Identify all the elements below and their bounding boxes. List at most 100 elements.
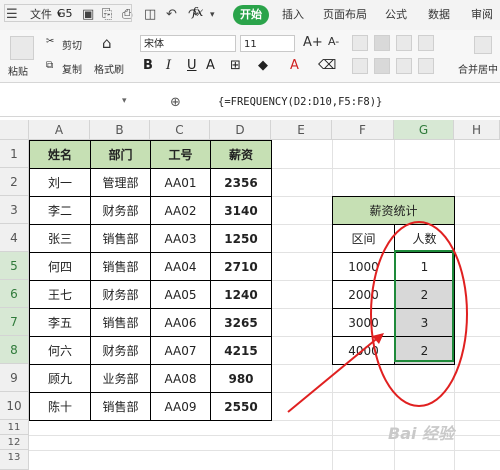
table-cell[interactable]: 财务部 (90, 196, 151, 225)
scissors-icon[interactable]: ✂ (46, 36, 54, 47)
format-painter-icon[interactable]: ⌂ (102, 34, 112, 52)
table-cell[interactable]: 3140 (210, 196, 272, 225)
table-cell[interactable]: 李五 (29, 308, 91, 337)
row-header-4[interactable]: 4 (0, 224, 29, 252)
stats-header-interval[interactable]: 区间 (332, 224, 395, 253)
row-header-12[interactable]: 12 (0, 435, 29, 450)
table-cell[interactable]: 3265 (210, 308, 272, 337)
more-icon[interactable]: ▾ (210, 10, 215, 20)
align-top-icon[interactable] (352, 35, 368, 51)
table-cell[interactable]: 业务部 (90, 364, 151, 393)
table-cell[interactable]: AA09 (150, 392, 211, 421)
tab-formulas[interactable]: 公式 (385, 6, 407, 22)
align-right-icon[interactable] (396, 58, 412, 74)
header-salary[interactable]: 薪资 (210, 140, 272, 169)
col-header-f[interactable]: F (332, 120, 394, 140)
table-cell[interactable]: AA01 (150, 168, 211, 197)
table-cell[interactable]: 销售部 (90, 392, 151, 421)
col-header-e[interactable]: E (271, 120, 332, 140)
merge-center-button[interactable]: 合并居中 (458, 61, 498, 76)
preview-icon[interactable]: ◫ (144, 7, 156, 22)
table-cell[interactable]: 1240 (210, 280, 272, 309)
name-box[interactable]: G5 (4, 4, 132, 22)
col-header-b[interactable]: B (90, 120, 150, 140)
border-icon[interactable]: ⊞ (230, 58, 241, 73)
row-header-8[interactable]: 8 (0, 336, 29, 364)
indent-icon[interactable] (418, 35, 434, 51)
header-dept[interactable]: 部门 (90, 140, 151, 169)
table-cell[interactable]: AA05 (150, 280, 211, 309)
table-cell[interactable]: 何六 (29, 336, 91, 365)
table-cell[interactable]: 4215 (210, 336, 272, 365)
font-grow-button[interactable]: A+ (303, 35, 323, 50)
table-cell[interactable]: AA03 (150, 224, 211, 253)
undo-icon[interactable]: ↶ (166, 7, 177, 22)
table-cell[interactable]: AA07 (150, 336, 211, 365)
row-header-7[interactable]: 7 (0, 308, 29, 336)
table-cell[interactable]: AA04 (150, 252, 211, 281)
row-header-11[interactable]: 11 (0, 420, 29, 435)
italic-button[interactable]: I (166, 58, 171, 73)
font-name-select[interactable]: 宋体 (140, 35, 236, 52)
align-bottom-icon[interactable] (396, 35, 412, 51)
col-header-d[interactable]: D (210, 120, 271, 140)
row-header-2[interactable]: 2 (0, 168, 29, 196)
tab-start[interactable]: 开始 (233, 5, 269, 25)
name-box-chevron-icon[interactable]: ▾ (122, 96, 127, 106)
col-header-g[interactable]: G (394, 120, 454, 140)
justify-icon[interactable] (418, 58, 434, 74)
table-cell[interactable]: 顾九 (29, 364, 91, 393)
clear-format-icon[interactable]: ⌫ (318, 58, 336, 73)
table-cell[interactable]: 销售部 (90, 308, 151, 337)
align-left-icon[interactable] (352, 58, 368, 74)
bold-button[interactable]: B (143, 58, 153, 73)
tab-review[interactable]: 审阅 (471, 6, 493, 22)
align-center-icon[interactable] (374, 58, 390, 74)
col-header-a[interactable]: A (29, 120, 90, 140)
font-size-select[interactable]: 11 (240, 35, 295, 52)
font-shrink-button[interactable]: A- (328, 35, 339, 48)
table-cell[interactable]: AA06 (150, 308, 211, 337)
stats-interval-cell[interactable]: 3000 (332, 308, 395, 337)
table-cell[interactable]: 财务部 (90, 336, 151, 365)
align-middle-icon[interactable] (374, 35, 390, 51)
stats-header-count[interactable]: 人数 (394, 224, 455, 253)
col-header-c[interactable]: C (150, 120, 210, 140)
stats-interval-cell[interactable]: 2000 (332, 280, 395, 309)
row-header-5[interactable]: 5 (0, 252, 29, 280)
tab-insert[interactable]: 插入 (282, 6, 304, 22)
table-cell[interactable]: 何四 (29, 252, 91, 281)
formula-input[interactable]: {=FREQUENCY(D2:D10,F5:F8)} (218, 96, 382, 108)
row-header-3[interactable]: 3 (0, 196, 29, 224)
fx-button[interactable]: fx (192, 5, 203, 19)
row-header-13[interactable]: 13 (0, 450, 29, 470)
tab-page-layout[interactable]: 页面布局 (323, 6, 367, 22)
format-painter-button[interactable]: 格式刷 (94, 61, 124, 76)
col-header-h[interactable]: H (454, 120, 500, 140)
merge-icon[interactable] (474, 36, 492, 54)
table-cell[interactable]: 2356 (210, 168, 272, 197)
table-cell[interactable]: 1250 (210, 224, 272, 253)
table-cell[interactable]: 2550 (210, 392, 272, 421)
table-cell[interactable]: 刘一 (29, 168, 91, 197)
table-cell[interactable]: 王七 (29, 280, 91, 309)
table-cell[interactable]: 销售部 (90, 224, 151, 253)
strikethrough-button[interactable]: A (206, 58, 215, 73)
underline-button[interactable]: U (187, 58, 197, 73)
tab-data[interactable]: 数据 (428, 6, 450, 22)
stats-interval-cell[interactable]: 4000 (332, 336, 395, 365)
table-cell[interactable]: 2710 (210, 252, 272, 281)
copy-icon[interactable]: ⧉ (46, 60, 53, 71)
row-header-10[interactable]: 10 (0, 392, 29, 420)
fill-color-icon[interactable]: ◆ (258, 58, 268, 73)
font-color-icon[interactable]: A (290, 58, 299, 73)
stats-title[interactable]: 薪资统计 (332, 196, 455, 225)
paste-button[interactable]: 粘贴 (8, 63, 28, 78)
table-cell[interactable]: 陈十 (29, 392, 91, 421)
cut-button[interactable]: 剪切 (62, 37, 82, 52)
select-all-corner[interactable] (0, 120, 29, 140)
zoom-icon[interactable]: ⊕ (170, 95, 181, 110)
row-header-9[interactable]: 9 (0, 364, 29, 392)
table-cell[interactable]: 财务部 (90, 280, 151, 309)
stats-interval-cell[interactable]: 1000 (332, 252, 395, 281)
